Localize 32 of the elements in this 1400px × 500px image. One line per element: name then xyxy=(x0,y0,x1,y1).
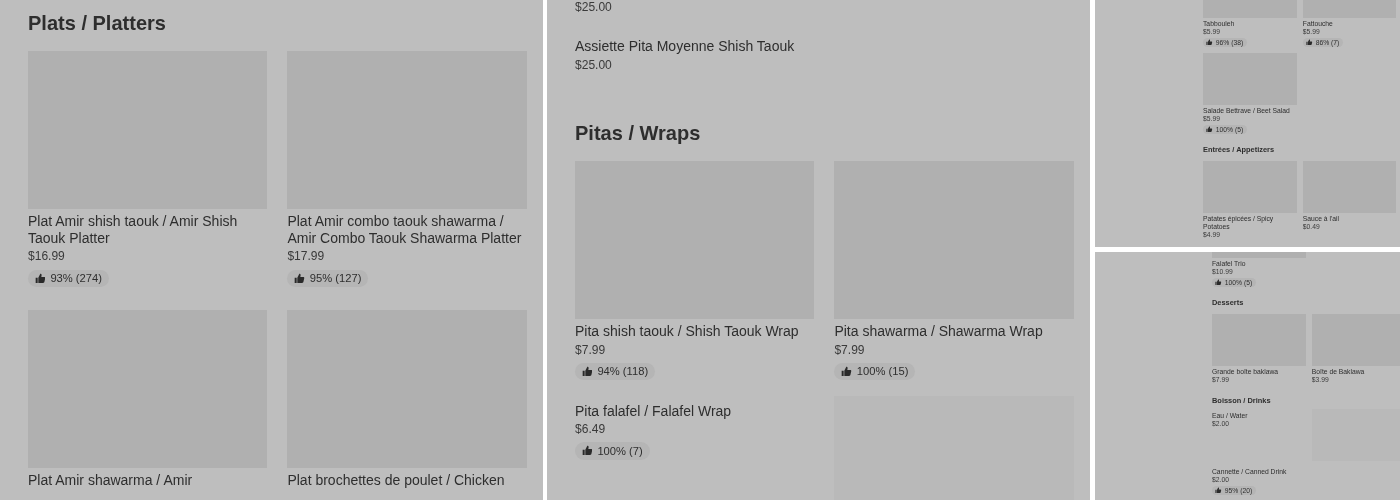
item-name: Pita shish taouk / Shish Taouk Wrap xyxy=(575,323,800,341)
thumbs-up-icon xyxy=(1215,279,1222,286)
thumbs-up-icon xyxy=(34,273,46,284)
rating-badge: 100% (15) xyxy=(834,362,916,381)
item-price: $25.00 xyxy=(575,0,613,17)
thumbs-up-icon xyxy=(1206,126,1213,133)
rating-badge: 94% (118) xyxy=(575,362,655,381)
thumbs-up-icon xyxy=(581,366,593,377)
thumbs-up-icon xyxy=(1306,39,1313,46)
section-heading: Plats / Platters xyxy=(28,11,167,35)
item-name: Plat Amir shawarma / Amir xyxy=(28,471,194,489)
thumbs-up-icon xyxy=(294,273,305,284)
thumbs-up-icon xyxy=(1215,487,1222,494)
item-price: $25.00 xyxy=(575,57,613,74)
rating-badge: 100% (7) xyxy=(575,441,650,460)
item-price: $6.49 xyxy=(575,421,607,438)
rating-badge: 93% (274) xyxy=(28,269,109,288)
item-price: $17.99 xyxy=(287,249,326,266)
item-name: Plat Amir combo taouk shawarma / Amir Combo Taouk Shawarma Platter xyxy=(287,213,523,247)
item-price: $16.99 xyxy=(28,249,66,266)
item-name: Plat Amir shish taouk / Amir Shish Taouk Platter xyxy=(28,213,239,247)
section-heading: Pitas / Wraps xyxy=(575,120,702,145)
thumbs-up-icon xyxy=(581,445,593,457)
item-name: Pita falafel / Falafel Wrap xyxy=(575,402,733,420)
thumbs-up-icon xyxy=(1206,39,1213,46)
item-name: Pita shawarma / Shawarma Wrap xyxy=(834,323,1044,341)
item-price: $7.99 xyxy=(834,342,866,359)
item-name: Assiette Pita Moyenne Shish Taouk xyxy=(575,38,796,56)
item-price: $7.99 xyxy=(575,342,607,359)
thumbs-up-icon xyxy=(841,366,852,377)
item-name: Plat brochettes de poulet / Chicken xyxy=(287,471,506,489)
rating-badge: 95% (127) xyxy=(287,269,369,288)
